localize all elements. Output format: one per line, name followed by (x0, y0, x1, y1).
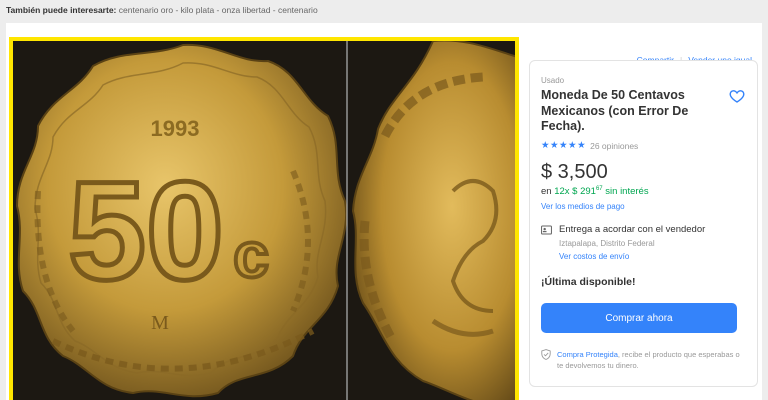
product-title: Moneda De 50 Centavos Mexicanos (con Err… (541, 88, 689, 133)
installments-amount: 12x $ 29167 sin interés (554, 186, 648, 197)
review-count: 26 opiniones (590, 140, 639, 151)
protected-purchase-link[interactable]: Compra Protegida (557, 350, 618, 359)
shipping-text: Entrega a acordar con el vendedor (559, 224, 706, 235)
related-links[interactable]: centenario oro - kilo plata - onza liber… (119, 5, 318, 15)
shipping-location: Iztapalapa, Distrito Federal (559, 239, 655, 248)
coin-unit: c (233, 219, 269, 291)
product-image-gallery[interactable]: 1993 50 c M (9, 37, 519, 400)
coin-reverse: 1993 50 c M (15, 43, 348, 398)
stock-status: ¡Última disponible! (541, 276, 636, 288)
installments-value: 12x $ 291 (554, 186, 596, 198)
protected-purchase-text: Compra Protegida, recibe el producto que… (557, 349, 743, 371)
payment-methods-link[interactable]: Ver los medios de pago (541, 202, 625, 211)
related-searches: También puede interesarte: centenario or… (6, 5, 318, 15)
installments-prefix: en (541, 186, 552, 198)
shipping-costs-link[interactable]: Ver costos de envío (559, 252, 629, 261)
favorite-heart-icon[interactable] (729, 88, 745, 104)
buy-box: Usado Moneda De 50 Centavos Mexicanos (c… (529, 60, 758, 387)
shield-check-icon (541, 349, 551, 360)
buy-now-button[interactable]: Comprar ahora (541, 303, 737, 333)
rating-stars: ★★★★★ (541, 140, 587, 151)
id-card-icon (541, 225, 552, 235)
related-label: También puede interesarte: (6, 5, 117, 15)
installments: en 12x $ 29167 sin interés (541, 186, 649, 197)
item-condition: Usado (541, 76, 565, 85)
coin-photo: 1993 50 c M (13, 41, 515, 400)
top-bar: También puede interesarte: centenario or… (0, 0, 768, 24)
installments-cents: 67 (595, 186, 603, 192)
coin-value: 50 (68, 152, 224, 309)
installments-suffix: sin interés (605, 186, 649, 198)
coin-year: 1993 (151, 116, 200, 141)
rating[interactable]: ★★★★★ 26 opiniones (541, 140, 638, 151)
price: $ 3,500 (541, 161, 608, 183)
coin-mint-mark: M (151, 312, 169, 334)
